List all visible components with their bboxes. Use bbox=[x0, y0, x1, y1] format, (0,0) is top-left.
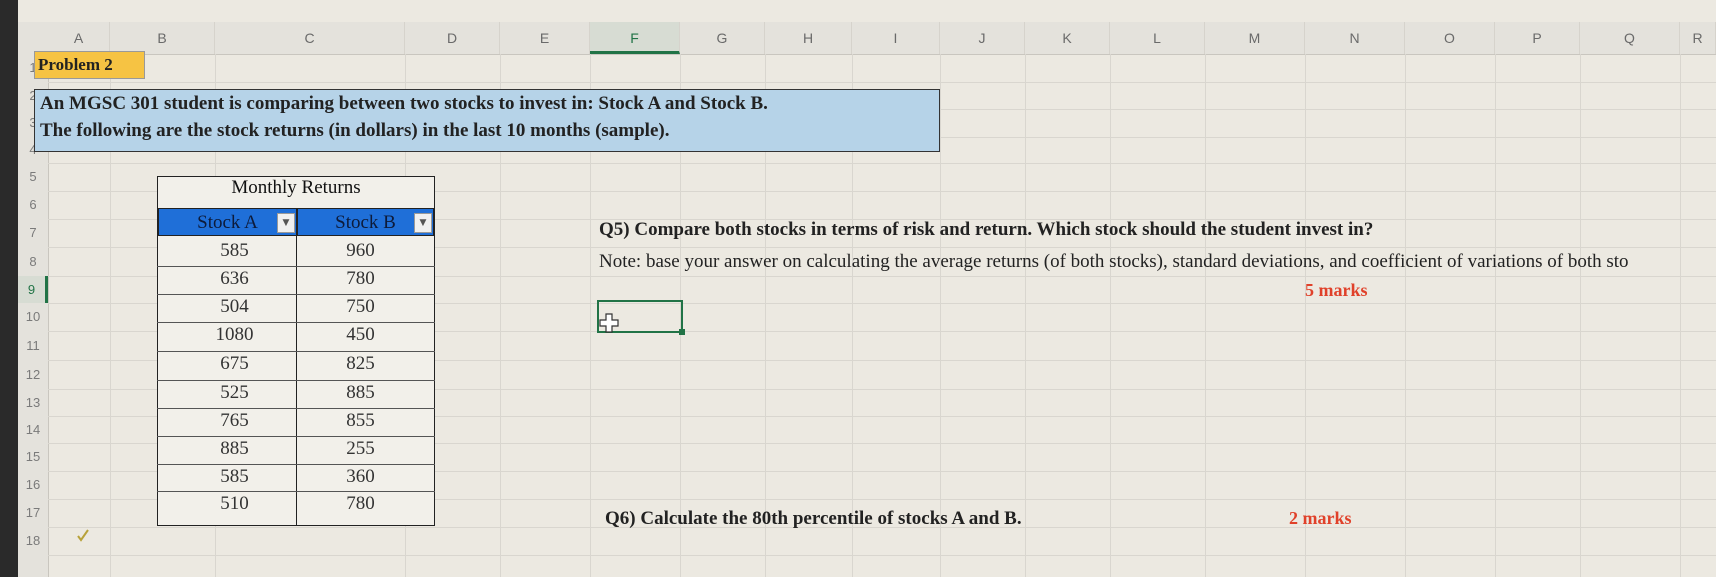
row-header-7[interactable]: 7 bbox=[18, 219, 48, 247]
row-header-16[interactable]: 16 bbox=[18, 471, 48, 499]
stock-a-value[interactable]: 636 bbox=[172, 268, 297, 290]
row-header-10[interactable]: 10 bbox=[18, 303, 48, 331]
column-header-e[interactable]: E bbox=[500, 22, 590, 54]
row-header-8[interactable]: 8 bbox=[18, 247, 48, 276]
column-header-k[interactable]: K bbox=[1025, 22, 1110, 54]
table-row-divider bbox=[157, 491, 435, 492]
row-header-12[interactable]: 12 bbox=[18, 360, 48, 389]
stock-a-value[interactable]: 585 bbox=[172, 240, 297, 262]
row-header-5[interactable]: 5 bbox=[18, 163, 48, 191]
stock-b-value[interactable]: 450 bbox=[298, 324, 423, 346]
stock-b-value[interactable]: 885 bbox=[298, 382, 423, 404]
stock-a-value[interactable]: 585 bbox=[172, 466, 297, 488]
q5-note: Note: base your answer on calculating th… bbox=[599, 251, 1629, 272]
column-header-n[interactable]: N bbox=[1305, 22, 1405, 54]
column-header-o[interactable]: O bbox=[1405, 22, 1495, 54]
cell-cursor-icon bbox=[599, 313, 619, 338]
stock-b-value[interactable]: 255 bbox=[298, 438, 423, 460]
stock-a-value[interactable]: 675 bbox=[172, 353, 297, 375]
filter-dropdown-icon[interactable]: ▼ bbox=[414, 213, 432, 233]
column-header-a[interactable]: A bbox=[48, 22, 110, 54]
row-header-9[interactable]: 9 bbox=[18, 276, 48, 303]
column-header-h[interactable]: H bbox=[765, 22, 852, 54]
intro-line-2: The following are the stock returns (in … bbox=[40, 120, 670, 141]
q6-question: Q6) Calculate the 80th percentile of sto… bbox=[605, 508, 1022, 529]
fill-handle[interactable] bbox=[679, 329, 685, 335]
header-stock-a-label: Stock A bbox=[197, 212, 258, 233]
gridline bbox=[48, 163, 1716, 164]
row-header-13[interactable]: 13 bbox=[18, 389, 48, 416]
row-header-6[interactable]: 6 bbox=[18, 191, 48, 219]
table-title: Monthly Returns bbox=[231, 177, 361, 198]
column-header-l[interactable]: L bbox=[1110, 22, 1205, 54]
column-header-g[interactable]: G bbox=[680, 22, 765, 54]
column-header-j[interactable]: J bbox=[940, 22, 1025, 54]
header-stock-b[interactable]: Stock B ▼ bbox=[297, 208, 434, 236]
column-header-m[interactable]: M bbox=[1205, 22, 1305, 54]
stock-a-value[interactable]: 765 bbox=[172, 410, 297, 432]
column-header-p[interactable]: P bbox=[1495, 22, 1580, 54]
screen-edge bbox=[0, 0, 18, 577]
table-row-divider bbox=[157, 408, 435, 409]
intro-line-1: An MGSC 301 student is comparing between… bbox=[40, 93, 768, 114]
header-stock-b-label: Stock B bbox=[335, 212, 396, 233]
table-row-divider bbox=[157, 380, 435, 381]
row-header-14[interactable]: 14 bbox=[18, 416, 48, 443]
q5-marks: 5 marks bbox=[1305, 280, 1368, 300]
row-header-15[interactable]: 15 bbox=[18, 443, 48, 471]
stock-a-value[interactable]: 510 bbox=[172, 493, 297, 515]
column-header-b[interactable]: B bbox=[110, 22, 215, 54]
gridline bbox=[48, 82, 1716, 83]
column-header-f[interactable]: F bbox=[590, 22, 680, 54]
problem-label-cell[interactable]: Problem 2 bbox=[34, 51, 145, 79]
row-header-18[interactable]: 18 bbox=[18, 527, 48, 555]
gridline bbox=[48, 555, 1716, 556]
table-row-divider bbox=[157, 266, 435, 267]
paste-options-icon[interactable] bbox=[75, 527, 91, 548]
stock-a-value[interactable]: 504 bbox=[172, 296, 297, 318]
column-header-q[interactable]: Q bbox=[1580, 22, 1680, 54]
stock-b-value[interactable]: 780 bbox=[298, 493, 423, 515]
filter-dropdown-icon[interactable]: ▼ bbox=[277, 213, 295, 233]
stock-a-value[interactable]: 525 bbox=[172, 382, 297, 404]
column-header-r[interactable]: R bbox=[1680, 22, 1716, 54]
table-row-divider bbox=[157, 294, 435, 295]
table-row-divider bbox=[157, 464, 435, 465]
stock-a-value[interactable]: 885 bbox=[172, 438, 297, 460]
column-header-c[interactable]: C bbox=[215, 22, 405, 54]
stock-b-value[interactable]: 825 bbox=[298, 353, 423, 375]
stock-b-value[interactable]: 780 bbox=[298, 268, 423, 290]
stock-b-value[interactable]: 360 bbox=[298, 466, 423, 488]
column-header-d[interactable]: D bbox=[405, 22, 500, 54]
stock-b-value[interactable]: 960 bbox=[298, 240, 423, 262]
table-row-divider bbox=[157, 436, 435, 437]
stock-b-value[interactable]: 750 bbox=[298, 296, 423, 318]
q6-marks: 2 marks bbox=[1289, 508, 1352, 528]
table-row-divider bbox=[157, 322, 435, 323]
table-row-divider bbox=[157, 351, 435, 352]
column-header-i[interactable]: I bbox=[852, 22, 940, 54]
row-header-17[interactable]: 17 bbox=[18, 499, 48, 527]
row-header-11[interactable]: 11 bbox=[18, 331, 48, 360]
stock-b-value[interactable]: 855 bbox=[298, 410, 423, 432]
stock-a-value[interactable]: 1080 bbox=[172, 324, 297, 346]
q5-question: Q5) Compare both stocks in terms of risk… bbox=[599, 219, 1374, 240]
header-stock-a[interactable]: Stock A ▼ bbox=[158, 208, 297, 236]
